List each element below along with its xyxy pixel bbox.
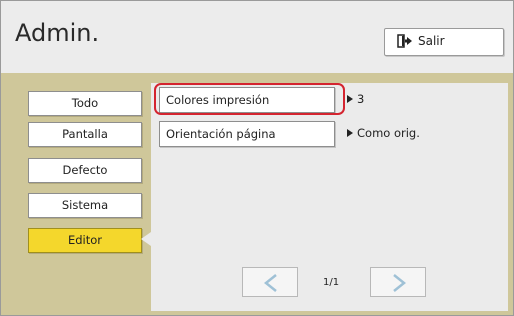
admin-window: Admin. Salir Todo Pantalla Defecto Siste… bbox=[0, 0, 514, 316]
header-bar: Admin. Salir bbox=[1, 1, 513, 73]
chevron-right-icon bbox=[393, 274, 407, 292]
active-tab-pointer bbox=[141, 232, 151, 246]
sidebar-item-sistema[interactable]: Sistema bbox=[28, 193, 142, 218]
chevron-left-icon bbox=[263, 274, 277, 292]
value-arrow-icon bbox=[347, 129, 353, 137]
setting-value: Como orig. bbox=[357, 126, 420, 140]
value-arrow-icon bbox=[347, 95, 353, 103]
page-title: Admin. bbox=[15, 19, 100, 47]
sidebar-item-todo[interactable]: Todo bbox=[28, 91, 142, 116]
selection-highlight bbox=[154, 83, 345, 115]
page-indicator: 1/1 bbox=[323, 277, 340, 288]
next-page-button[interactable] bbox=[370, 267, 426, 297]
exit-icon bbox=[397, 34, 413, 48]
setting-label: Orientación página bbox=[166, 127, 276, 141]
exit-button[interactable]: Salir bbox=[384, 28, 504, 56]
setting-orientacion-pagina-button[interactable]: Orientación página bbox=[159, 121, 335, 147]
prev-page-button[interactable] bbox=[242, 267, 298, 297]
sidebar-item-pantalla[interactable]: Pantalla bbox=[28, 122, 142, 147]
setting-value: 3 bbox=[357, 92, 365, 106]
sidebar-item-defecto[interactable]: Defecto bbox=[28, 158, 142, 183]
sidebar-item-editor[interactable]: Editor bbox=[28, 228, 142, 253]
exit-button-label: Salir bbox=[418, 34, 445, 48]
